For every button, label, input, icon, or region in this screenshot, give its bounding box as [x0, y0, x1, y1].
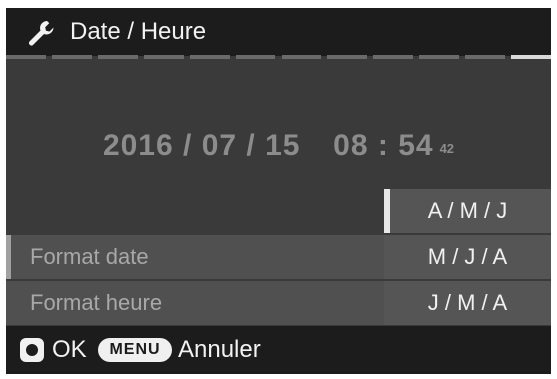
page-segment [143, 55, 184, 59]
ok-label: OK [52, 336, 87, 363]
page-segment-active [511, 55, 551, 59]
page-segment [235, 55, 276, 59]
page-segment [373, 55, 414, 59]
setting-row-time-format[interactable]: Format heure [6, 281, 384, 325]
menu-button-icon[interactable]: MENU [98, 338, 172, 362]
page-title: Date / Heure [70, 18, 207, 45]
camera-menu-screen: Date / Heure 2016 / 07 / 15 08 : 54 42 Fo… [6, 8, 551, 374]
setting-label: Format heure [30, 290, 163, 315]
page-segment [327, 55, 368, 59]
page-segment [419, 55, 460, 59]
page-segment [465, 55, 506, 59]
bottom-hint-bar: OK MENU Annuler [6, 326, 551, 374]
ok-button-icon[interactable] [20, 338, 44, 362]
setting-label: Format date [30, 244, 149, 269]
option-label: J / M / A [427, 290, 508, 315]
option-selection-bar [384, 189, 390, 233]
page-indicator [6, 55, 551, 59]
year-value[interactable]: 2016 [103, 129, 174, 162]
date-separator: / [173, 129, 202, 162]
cancel-label: Annuler [178, 336, 261, 363]
option-mja[interactable]: M / J / A [384, 235, 551, 279]
page-segment [51, 55, 92, 59]
option-amj[interactable]: A / M / J [384, 189, 551, 233]
title-bar: Date / Heure [6, 8, 551, 56]
day-value[interactable]: 15 [265, 129, 300, 162]
minute-value[interactable]: 54 [398, 129, 433, 162]
setting-row-date-format[interactable]: Format date [6, 235, 384, 279]
option-label: A / M / J [427, 198, 508, 223]
wrench-icon [29, 21, 54, 46]
page-segment [281, 55, 322, 59]
row-selection-bar [6, 235, 11, 279]
hour-value[interactable]: 08 [333, 129, 368, 162]
date-time-display[interactable]: 2016 / 07 / 15 08 : 54 42 [6, 128, 551, 167]
option-label: M / J / A [427, 244, 508, 269]
page-segment [97, 55, 138, 59]
time-separator: : [368, 129, 399, 162]
month-value[interactable]: 07 [202, 129, 237, 162]
option-jma[interactable]: J / M / A [384, 281, 551, 325]
date-separator: / [237, 129, 266, 162]
page-segment [6, 55, 46, 59]
second-value: 42 [439, 141, 455, 156]
page-segment [189, 55, 230, 59]
